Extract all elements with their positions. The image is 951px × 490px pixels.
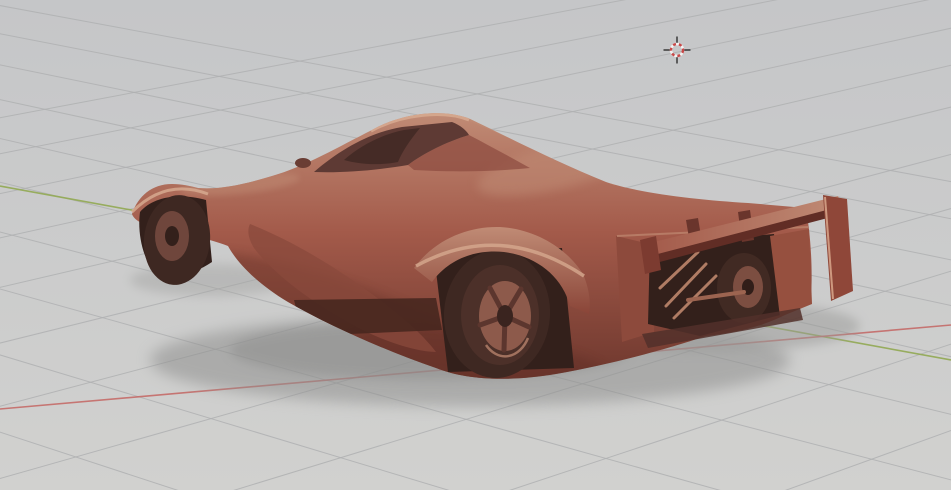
side-mirror bbox=[295, 158, 311, 168]
viewport-canvas bbox=[0, 0, 951, 490]
rear-hub bbox=[497, 305, 513, 327]
3d-viewport[interactable] bbox=[0, 0, 951, 490]
front-hub bbox=[165, 226, 179, 246]
